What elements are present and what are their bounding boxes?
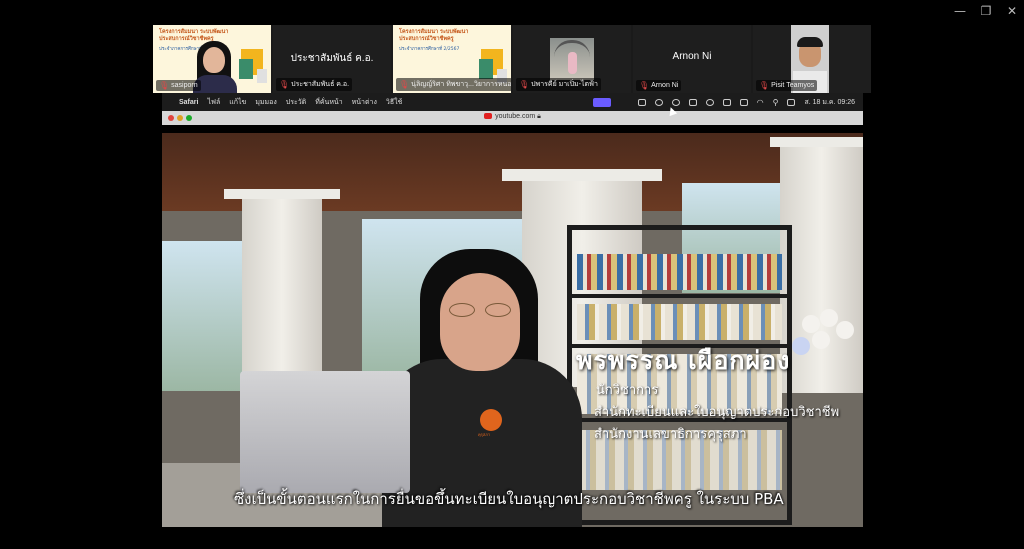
minimize-button[interactable]: —	[948, 0, 972, 22]
menu-item-view[interactable]: มุมมอง	[255, 97, 276, 108]
status-icon[interactable]	[688, 98, 697, 106]
menu-clock: ส. 18 ม.ค. 09:26	[804, 98, 855, 106]
participant-label: 🎙︎ Pisit Teamyos	[756, 80, 818, 91]
participant-tile[interactable]: 🎙︎ ปพารคีย์ มาเปิ่ม-ไตฟ้า	[513, 25, 631, 93]
kurusapha-logo-icon	[480, 409, 502, 431]
wifi-icon[interactable]: ◠	[757, 98, 764, 107]
youtube-favicon-icon	[484, 113, 493, 120]
window-controls: — ❐ ✕	[946, 0, 1024, 22]
mac-menu-bar: Safari ไฟล์ แก้ไข มุมมอง ประวัติ ที่คั่น…	[162, 93, 863, 111]
participant-tile[interactable]: โครงการสัมมนา ระบบพัฒนาประสบการณ์วิชาชีพ…	[393, 25, 511, 93]
shirt-logo-text: คุรุสภา	[478, 432, 491, 437]
menu-item-file[interactable]: ไฟล์	[207, 97, 220, 108]
menu-item-history[interactable]: ประวัติ	[286, 97, 306, 108]
status-icon[interactable]	[637, 98, 646, 106]
status-icon[interactable]	[722, 98, 731, 106]
participant-label: 🎙︎ นุ่ลิญญ์ริศา ทิพขาวุ...วิยาการหนองคาย…	[396, 78, 511, 91]
participant-label: 🎙︎ sasiporn	[156, 80, 201, 91]
glasses	[447, 303, 515, 317]
participant-tile[interactable]: ประชาสัมพันธ์ ค.อ. 🎙︎ ประชาสัมพันธ์ ค.อ.	[273, 25, 391, 93]
screen-share-badge-icon[interactable]	[592, 97, 611, 107]
menu-item-bookmarks[interactable]: ที่คั่นหน้า	[315, 97, 342, 108]
participant-label: 🎙︎ ประชาสัมพันธ์ ค.อ.	[276, 78, 353, 91]
participant-display-name: ประชาสัมพันธ์ ค.อ.	[290, 53, 374, 64]
slide-title: โครงการสัมมนา ระบบพัฒนาประสบการณ์วิชาชีพ…	[159, 29, 229, 42]
mic-off-icon: 🎙︎	[759, 81, 770, 90]
close-button[interactable]: ✕	[1000, 0, 1024, 22]
participant-name: ประชาสัมพันธ์ ค.อ.	[291, 81, 350, 88]
battery-icon[interactable]	[739, 98, 748, 106]
speaker-title: นักวิชาการ	[596, 383, 659, 398]
video-player[interactable]: คุรุสภา พรพรรณ เผือกผ่อง นักวิชาการ สำนั…	[162, 133, 863, 527]
menu-app-name[interactable]: Safari	[179, 99, 198, 106]
participant-tile[interactable]: Arnon Ni 🎙︎ Arnon Ni	[633, 25, 751, 93]
mic-off-icon: 🎙︎	[159, 81, 170, 90]
lock-icon: 🔒︎	[537, 113, 541, 120]
profile-photo	[550, 38, 594, 80]
speaker-name: พรพรรณ เผือกผ่อง	[576, 346, 791, 375]
participant-label: 🎙︎ Arnon Ni	[636, 80, 682, 91]
status-icon[interactable]	[654, 98, 663, 106]
participant-tile[interactable]: โครงการสัมมนา ระบบพัฒนาประสบการณ์วิชาชีพ…	[153, 25, 271, 93]
speaker-department: สำนักทะเบียนและใบอนุญาตประกอบวิชาชีพ	[594, 405, 840, 420]
control-center-icon[interactable]	[787, 98, 796, 106]
restore-button[interactable]: ❐	[974, 0, 998, 22]
slide-subtitle: ประจำภาคการศึกษาที่	[159, 47, 203, 52]
safari-toolbar: youtube.com 🔒︎	[162, 111, 863, 125]
mic-off-icon: 🎙︎	[399, 80, 410, 89]
menu-item-help[interactable]: วิธีใช้	[386, 97, 402, 108]
participant-name: sasiporn	[171, 82, 198, 89]
mic-off-icon: 🎙︎	[519, 80, 530, 89]
participant-name: Pisit Teamyos	[771, 82, 815, 89]
chat-icon[interactable]	[671, 98, 680, 106]
mic-off-icon: 🎙︎	[279, 80, 290, 89]
slide-subtitle: ประจำภาคการศึกษาที่ 2/2567	[399, 47, 460, 52]
video-subtitle: ซึ่งเป็นขั้นตอนแรกในการยื่นขอขึ้นทะเบียน…	[234, 490, 784, 508]
url-text: youtube.com	[495, 113, 536, 120]
speaker-organization: สำนักงานเลขาธิการคุรุสภา	[594, 427, 747, 442]
participant-strip: โครงการสัมมนา ระบบพัฒนาประสบการณ์วิชาชีพ…	[153, 25, 871, 93]
play-icon[interactable]	[705, 98, 714, 106]
address-bar[interactable]: youtube.com 🔒︎	[162, 113, 863, 121]
mic-off-icon: 🎙︎	[639, 81, 650, 90]
participant-label: 🎙︎ ปพารคีย์ มาเปิ่ม-ไตฟ้า	[516, 78, 601, 91]
menu-item-window[interactable]: หน้าต่าง	[352, 97, 377, 108]
flower-vase	[792, 309, 862, 369]
participant-tile[interactable]: 🎙︎ Pisit Teamyos	[753, 25, 871, 93]
screen-share: Safari ไฟล์ แก้ไข มุมมอง ประวัติ ที่คั่น…	[162, 93, 863, 549]
participant-name: Arnon Ni	[651, 82, 679, 89]
menu-item-edit[interactable]: แก้ไข	[229, 97, 246, 108]
participant-name: ปพารคีย์ มาเปิ่ม-ไตฟ้า	[531, 81, 598, 88]
participant-name: นุ่ลิญญ์ริศา ทิพขาวุ...วิยาการหนองคาย(ป.…	[411, 81, 511, 88]
participant-display-name: Arnon Ni	[672, 51, 712, 62]
laptop	[240, 371, 410, 493]
search-icon[interactable]: ⚲	[773, 98, 779, 107]
slide-title: โครงการสัมมนา ระบบพัฒนาประสบการณ์วิชาชีพ…	[399, 29, 469, 42]
